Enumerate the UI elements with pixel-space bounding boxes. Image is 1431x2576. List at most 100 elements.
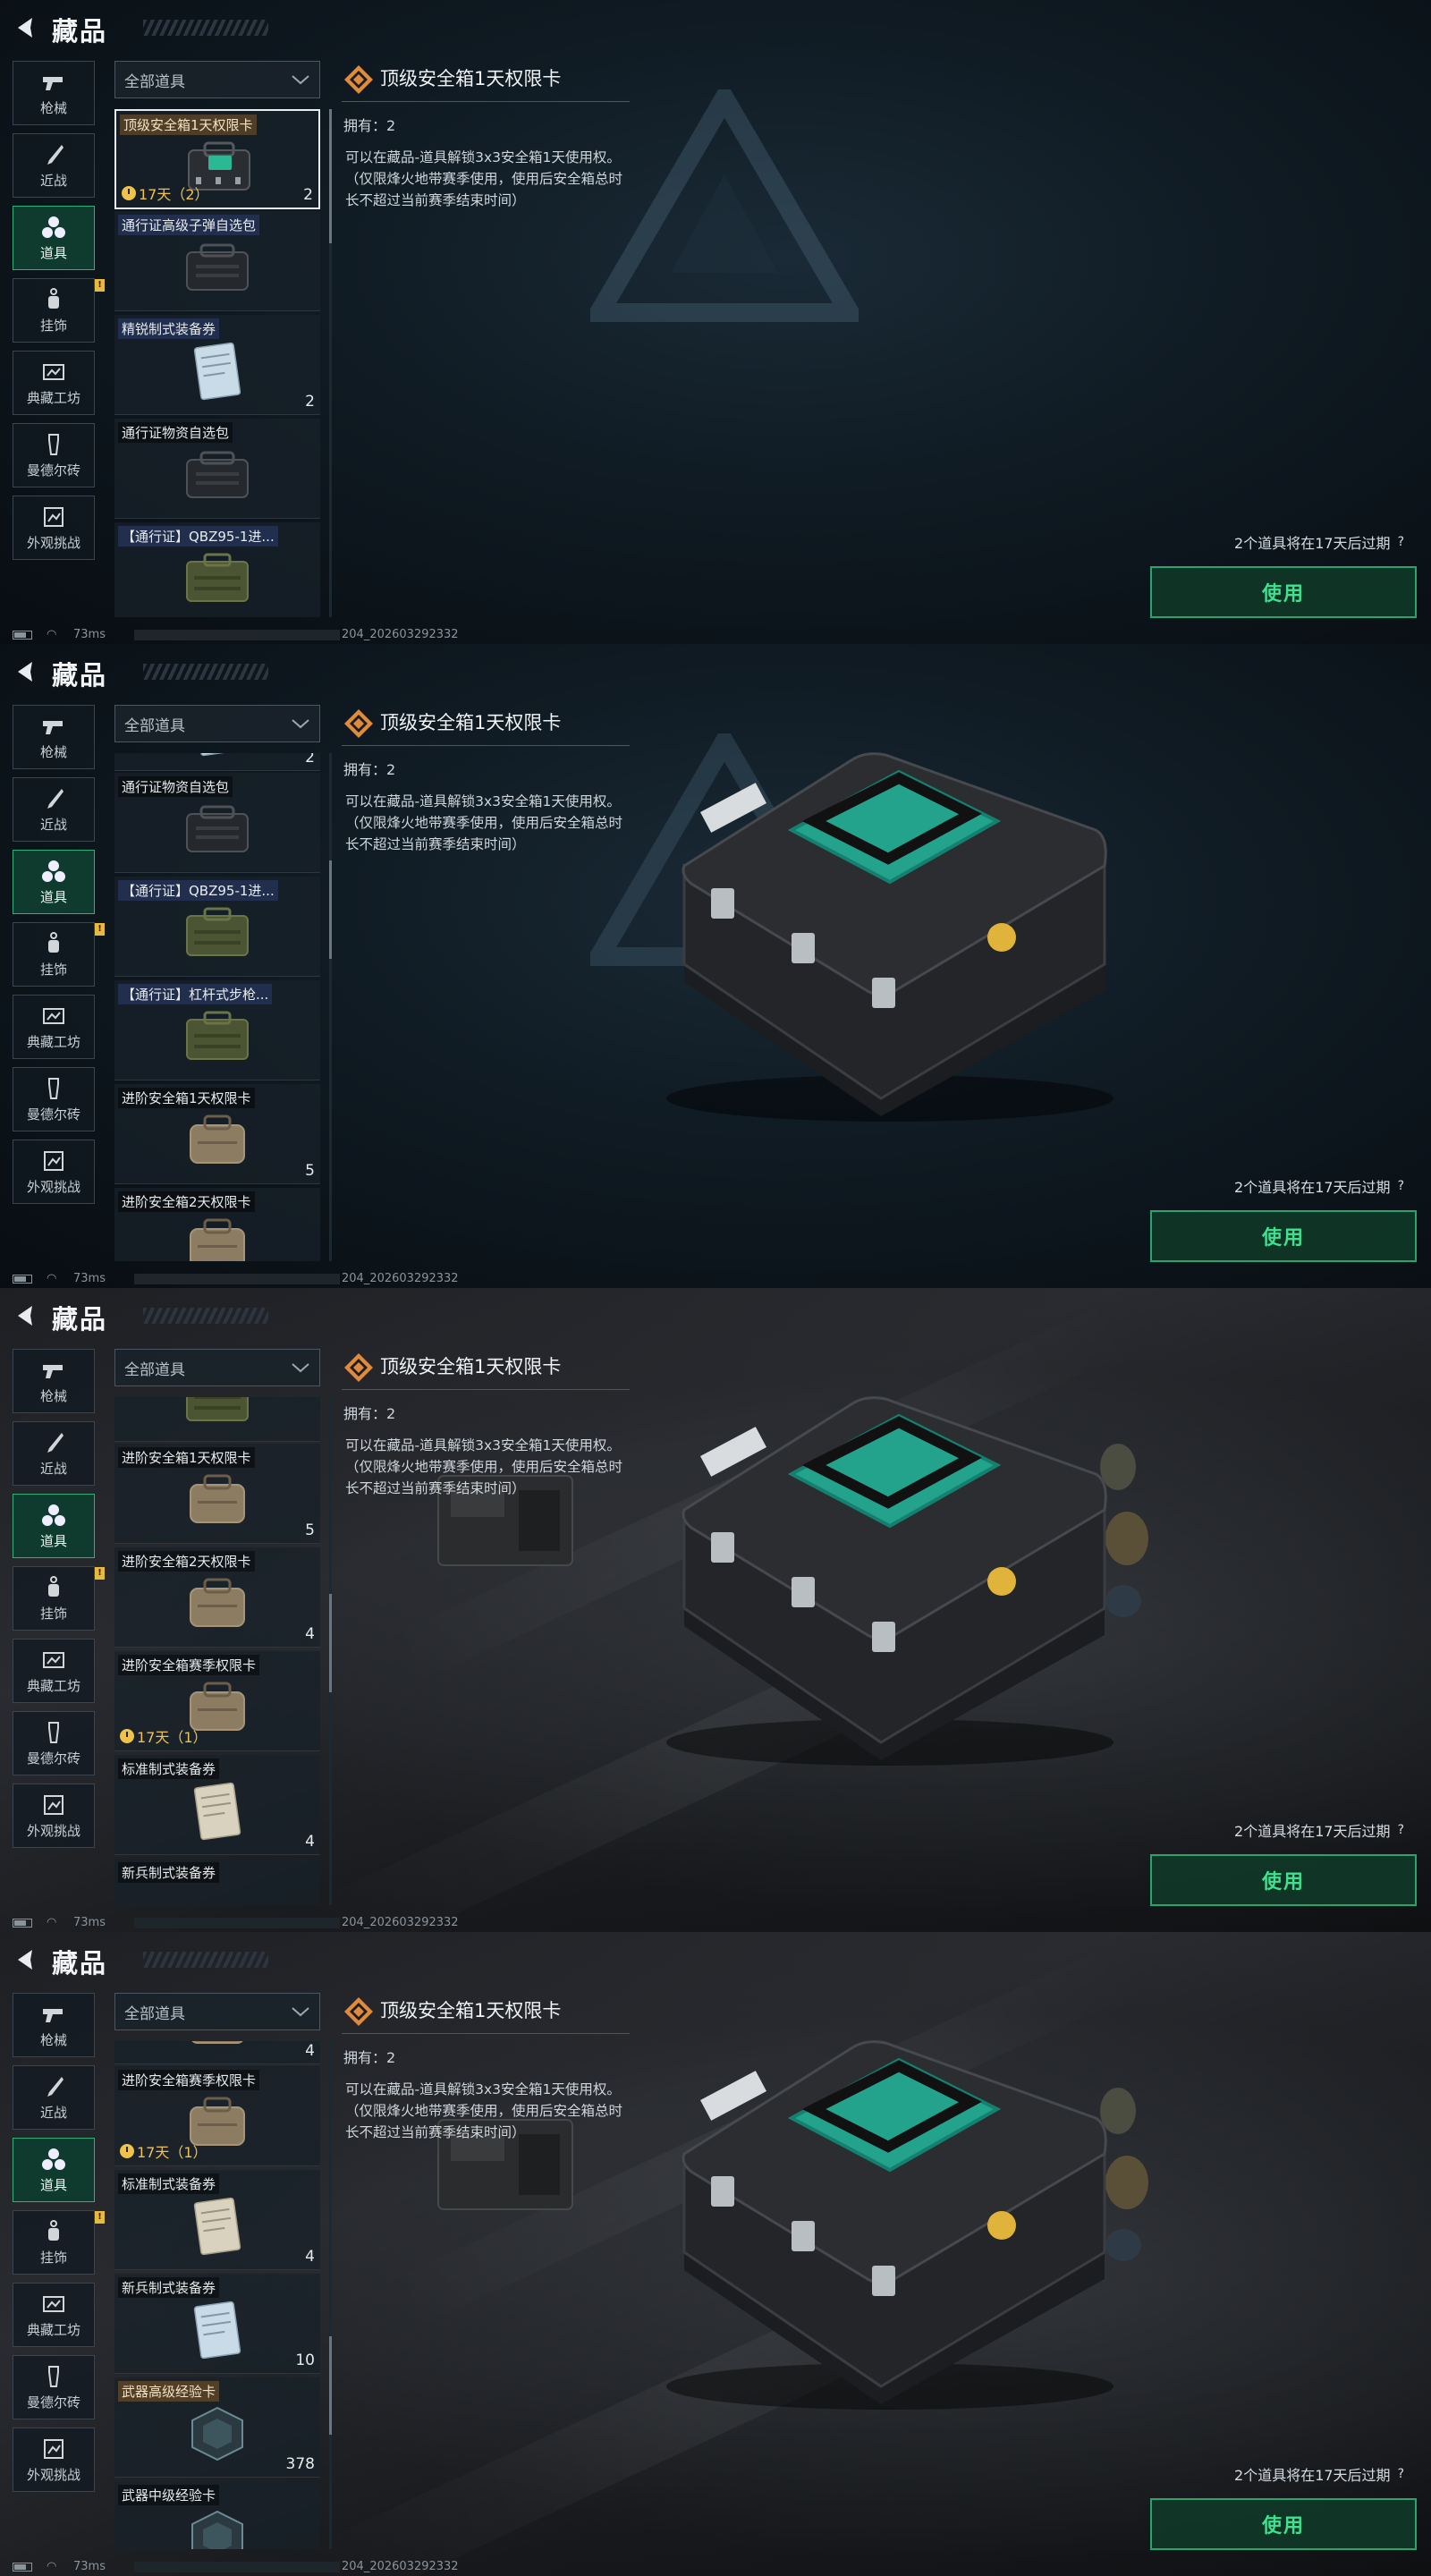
list-scrollbar[interactable] [329,109,332,617]
back-arrow-icon[interactable] [13,14,39,41]
filter-dropdown[interactable]: 全部道具 [114,705,320,742]
nav-item-charms[interactable]: 挂饰! [13,2210,105,2275]
list-item[interactable]: 进阶安全箱1天权限卡 5 [114,1084,320,1184]
list-item[interactable]: 武器高级经验卡 378 [114,2377,320,2478]
list-item[interactable]: 2 [114,753,320,771]
nav-item-items[interactable]: 道具 [13,850,95,914]
nav-item-melee[interactable]: 近战 [13,133,95,198]
redacted-id [134,630,340,640]
nav-item-challenge[interactable]: 外观挑战 [13,2428,95,2492]
nav-item-mandel-brick[interactable]: 曼德尔砖 [13,1711,95,1775]
list-item[interactable]: 通行证高级子弹自选包 [114,211,320,311]
list-item[interactable]: 进阶安全箱1天权限卡 5 [114,1444,320,1544]
nav-item-challenge[interactable]: 外观挑战 [13,1140,95,1204]
list-item[interactable]: 标准制式装备券 4 [114,2170,320,2270]
list-item[interactable]: 顶级安全箱1天权限卡 17天（2） 2 [114,109,320,209]
build-tag: 204_202603292332 [342,628,459,641]
list-item[interactable]: 进阶安全箱赛季权限卡 17天（1） [114,2066,320,2166]
use-button[interactable]: 使用 [1150,566,1417,618]
list-scrollbar[interactable] [329,1397,332,1905]
item-count: 4 [305,2042,315,2060]
list-scrollbar[interactable] [329,753,332,1261]
nav-label: 近战 [39,816,67,833]
use-button[interactable]: 使用 [1150,1854,1417,1906]
item-list[interactable]: 顶级安全箱1天权限卡 17天（2） 2 通行证高级子弹自选包 精锐制式装备券 2 通行… [114,109,322,617]
help-icon[interactable]: ? [1398,535,1404,549]
nav-item-challenge[interactable]: 外观挑战 [13,496,95,560]
nav-item-melee[interactable]: 近战 [13,777,95,842]
filter-dropdown[interactable]: 全部道具 [114,1993,320,2030]
list-item[interactable]: 进阶安全箱2天权限卡 4 [114,1547,320,1648]
list-item[interactable]: 武器中级经验卡 [114,2481,320,2549]
nav-label: 外观挑战 [26,1178,80,1195]
nav-item-melee[interactable]: 近战 [13,2065,95,2130]
nav-item-melee[interactable]: 近战 [13,1421,95,1486]
list-item[interactable]: 4 [114,2041,320,2064]
nav-item-charms[interactable]: 挂饰! [13,922,105,987]
nav-item-guns[interactable]: 枪械 [13,705,95,769]
list-item[interactable]: 进阶安全箱2天权限卡 [114,1188,320,1261]
charm-icon [48,2219,59,2241]
nav-label: 挂饰 [39,961,67,978]
nav-item-workshop[interactable]: 典藏工坊 [13,1639,95,1703]
list-item[interactable]: 【通行证】QBZ95-1进... [114,522,320,617]
nav-item-mandel-brick[interactable]: 曼德尔砖 [13,1067,95,1131]
list-item[interactable]: 标准制式装备券 4 [114,1755,320,1855]
nav-label: 曼德尔砖 [26,1106,80,1123]
list-item[interactable] [114,1397,320,1442]
page-title: 藏品 [52,16,108,47]
nav-item-workshop[interactable]: 典藏工坊 [13,351,95,415]
list-item[interactable]: 新兵制式装备券 10 [114,2274,320,2374]
nav-item-workshop[interactable]: 典藏工坊 [13,995,95,1059]
list-item[interactable]: 通行证物资自选包 [114,773,320,873]
use-button[interactable]: 使用 [1150,2498,1417,2550]
brick-icon [48,1721,59,1743]
list-item[interactable]: 【通行证】杠杆式步枪... [114,980,320,1080]
nav-item-mandel-brick[interactable]: 曼德尔砖 [13,423,95,487]
help-icon[interactable]: ? [1398,2467,1404,2481]
title-decoration [143,20,268,36]
nav-item-guns[interactable]: 枪械 [13,61,95,125]
help-icon[interactable]: ? [1398,1823,1404,1837]
nav-label: 曼德尔砖 [26,2394,80,2411]
list-item[interactable]: 新兵制式装备券 [114,1859,320,1905]
nav-item-guns[interactable]: 枪械 [13,1349,95,1413]
back-arrow-icon[interactable] [13,658,39,685]
scroll-thumb[interactable] [329,109,332,243]
back-arrow-icon[interactable] [13,1302,39,1329]
nav-item-items[interactable]: 道具 [13,206,95,270]
item-list[interactable]: 4 进阶安全箱赛季权限卡 17天（1） 标准制式装备券 4 新兵制式装备券 10 武器… [114,2041,322,2549]
page-title: 藏品 [52,1304,108,1335]
list-item[interactable]: 精锐制式装备券 2 [114,315,320,415]
scroll-thumb[interactable] [329,860,332,959]
item-name: 新兵制式装备券 [118,1862,220,1883]
use-button[interactable]: 使用 [1150,1210,1417,1262]
item-thumbnail [182,1782,253,1841]
screen-frame-4: 藏品 枪械 近战 道具 挂饰! 典藏工坊 曼德尔砖 外观挑战 全部道具 4 进阶… [0,1932,1431,2576]
scroll-thumb[interactable] [329,1594,332,1692]
list-item[interactable]: 进阶安全箱赛季权限卡 17天（1） [114,1651,320,1751]
scroll-thumb[interactable] [329,2336,332,2435]
nav-label: 挂饰 [39,2249,67,2266]
item-list[interactable]: 2 通行证物资自选包 【通行证】QBZ95-1进... 【通行证】杠杆式步枪..… [114,753,322,1261]
list-item[interactable]: 【通行证】QBZ95-1进... [114,877,320,977]
owned-count: 拥有：2 [343,1405,396,1422]
timer-text: 17天（1） [137,2144,207,2161]
list-scrollbar[interactable] [329,2041,332,2549]
nav-item-items[interactable]: 道具 [13,2138,95,2202]
nav-item-challenge[interactable]: 外观挑战 [13,1784,95,1848]
nav-item-workshop[interactable]: 典藏工坊 [13,2283,95,2347]
nav-item-mandel-brick[interactable]: 曼德尔砖 [13,2355,95,2419]
nav-item-charms[interactable]: 挂饰! [13,278,105,343]
filter-dropdown[interactable]: 全部道具 [114,61,320,98]
nav-item-charms[interactable]: 挂饰! [13,1566,105,1631]
filter-dropdown[interactable]: 全部道具 [114,1349,320,1386]
help-icon[interactable]: ? [1398,1179,1404,1193]
item-list[interactable]: 进阶安全箱1天权限卡 5 进阶安全箱2天权限卡 4 进阶安全箱赛季权限卡 17天（1）… [114,1397,322,1905]
nav-item-guns[interactable]: 枪械 [13,1993,95,2057]
item-name: 精锐制式装备券 [118,318,220,339]
back-arrow-icon[interactable] [13,1946,39,1973]
list-item[interactable]: 通行证物资自选包 [114,419,320,519]
item-count: 378 [285,2455,315,2473]
nav-item-items[interactable]: 道具 [13,1494,95,1558]
